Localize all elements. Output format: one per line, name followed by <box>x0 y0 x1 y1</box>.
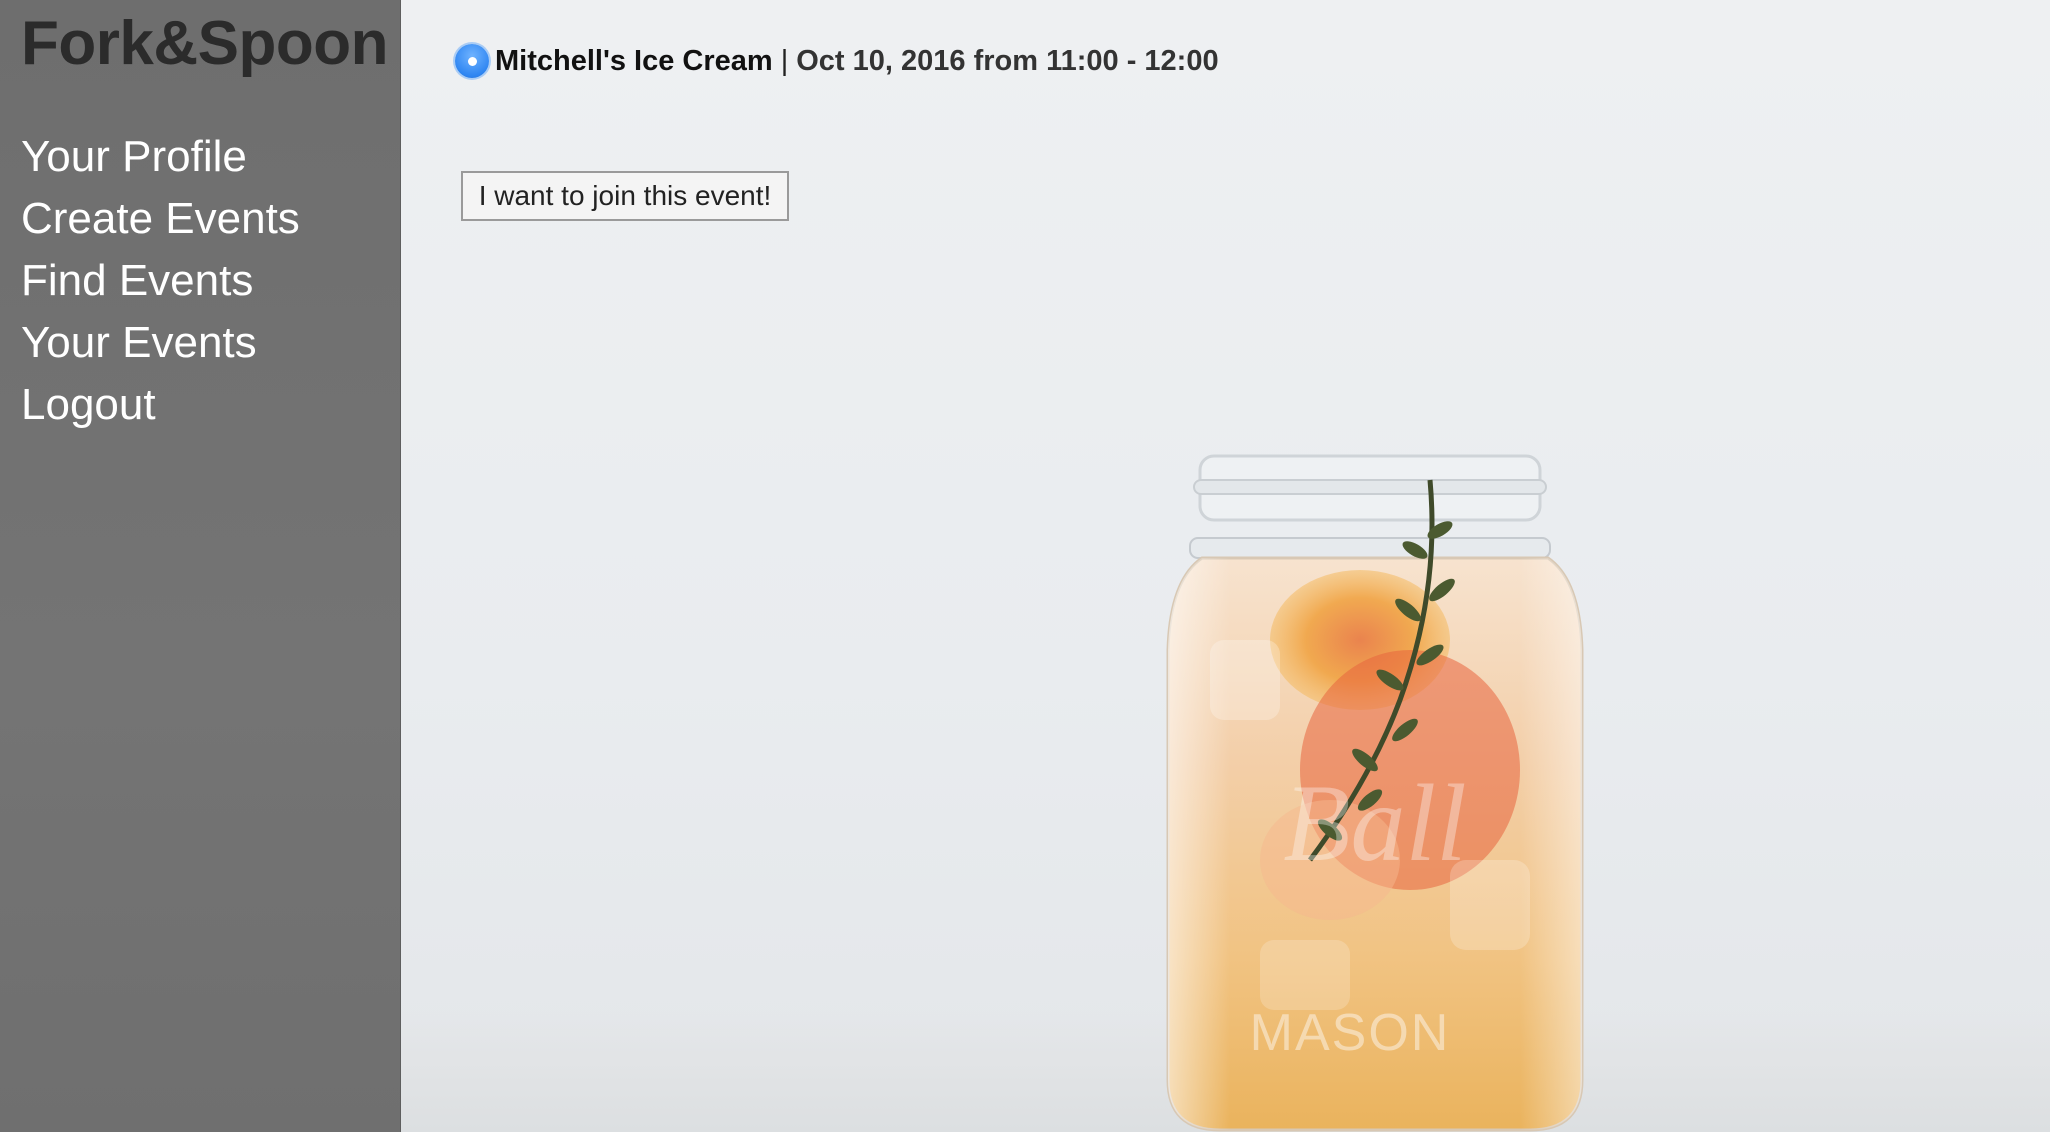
nav-item-create-events[interactable]: Create Events <box>21 188 300 250</box>
event-title: Mitchell's Ice Cream <box>495 44 773 77</box>
event-header: Mitchell's Ice Cream | Oct 10, 2016 from… <box>455 44 1219 78</box>
nav-item-logout[interactable]: Logout <box>21 374 300 436</box>
event-radio-button[interactable] <box>455 44 489 78</box>
join-event-button[interactable]: I want to join this event! <box>461 171 789 221</box>
brand-logo[interactable]: Fork&Spoon <box>21 8 388 79</box>
nav-item-your-profile[interactable]: Your Profile <box>21 126 300 188</box>
nav-item-your-events[interactable]: Your Events <box>21 312 300 374</box>
sidebar-nav: Your Profile Create Events Find Events Y… <box>21 126 300 436</box>
event-separator: | <box>780 44 789 77</box>
radio-dot-icon <box>467 56 477 66</box>
event-time: Oct 10, 2016 from 11:00 - 12:00 <box>796 44 1219 77</box>
sidebar: Fork&Spoon Your Profile Create Events Fi… <box>0 0 401 1132</box>
mason-jar-drink-photo: Ball MASON <box>1166 454 1584 1132</box>
nav-item-find-events[interactable]: Find Events <box>21 250 300 312</box>
page: Ball MASON Fork&Spoon Your Profile Creat… <box>0 0 2050 1132</box>
